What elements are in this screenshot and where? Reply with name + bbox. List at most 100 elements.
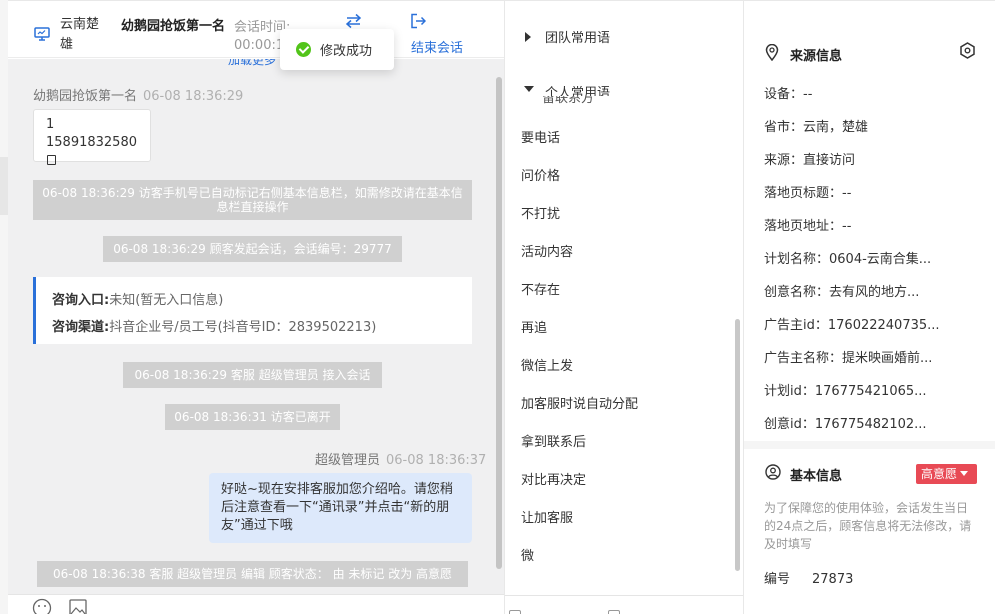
- phrase-group-title: 团队常用语: [545, 31, 611, 46]
- source-row-landing-url: 落地页地址：--: [764, 215, 851, 234]
- row-value: 提米映画婚前...: [842, 351, 933, 366]
- row-value: --: [842, 186, 852, 201]
- agent-message-meta: 超级管理员 06-08 18:36:37: [315, 449, 486, 468]
- system-message: 06-08 18:36:29 访客手机号已自动标记右侧基本信息栏，如需修改请在基…: [33, 180, 472, 220]
- visitor-meta-time: 06-08 18:36:29: [143, 89, 244, 104]
- row-label: 创意名称：: [764, 285, 830, 300]
- consult-entry-label: 咨询入口:: [52, 293, 110, 308]
- row-label: 广告主id：: [764, 318, 828, 333]
- source-row-device: 设备：--: [764, 83, 812, 102]
- chat-input-toolbar: [8, 594, 504, 614]
- agent-meta-name: 超级管理员: [315, 453, 381, 468]
- monitor-icon: [34, 27, 50, 45]
- system-message: 06-08 18:36:29 顾客发起会话，会话编号：29777: [103, 236, 402, 262]
- emoji-icon[interactable]: [32, 598, 52, 614]
- row-label: 计划id：: [764, 384, 815, 399]
- copy-icon[interactable]: [47, 155, 56, 165]
- status-tag-dropdown[interactable]: 高意愿: [916, 464, 977, 484]
- phrases-scrollbar[interactable]: [735, 319, 740, 571]
- agent-meta-time: 06-08 18:36:37: [386, 453, 487, 468]
- source-row-plan-name: 计划名称：0604-云南合集...: [764, 248, 931, 267]
- row-label: 来源：: [764, 153, 804, 168]
- end-session-button[interactable]: 结束会话: [411, 37, 463, 56]
- row-value: 云南，楚雄: [803, 120, 869, 135]
- phrase-item[interactable]: 微信上发: [521, 355, 573, 374]
- row-value: 直接访问: [803, 153, 856, 168]
- consult-channel-value: 抖音企业号/员工号(抖音号ID：2839502213): [109, 320, 377, 335]
- phrase-item[interactable]: 微: [521, 545, 534, 564]
- source-row-plan-id: 计划id：176775421065...: [764, 380, 927, 399]
- phrase-item-label: 留联系方: [542, 96, 595, 104]
- end-session-icon[interactable]: [410, 13, 427, 33]
- phrase-item[interactable]: 活动内容: [521, 241, 573, 260]
- checkbox[interactable]: [608, 610, 620, 614]
- visitor-phone-card: 1 15891832580: [33, 109, 151, 165]
- source-row-advertiser-name: 广告主名称：提米映画婚前...: [764, 347, 932, 366]
- load-more-link[interactable]: 加载更多: [228, 59, 276, 68]
- caret-right-icon: [525, 32, 531, 42]
- source-row-advertiser-id: 广告主id：176022240735...: [764, 314, 940, 333]
- row-label: 设备：: [764, 87, 804, 102]
- consult-channel-row: 咨询渠道:抖音企业号/员工号(抖音号ID：2839502213): [52, 314, 456, 341]
- visitor-meta-name: 幼鹅园抢饭第一名: [33, 89, 138, 104]
- dropdown-caret-icon: [960, 471, 969, 476]
- system-message: 06-08 18:36:31 访客已离开: [165, 404, 340, 430]
- consult-info-box: 咨询入口:未知(暂无入口信息) 咨询渠道:抖音企业号/员工号(抖音号ID：283…: [33, 277, 472, 344]
- phrase-item[interactable]: 问价格: [521, 165, 560, 184]
- user-circle-icon: [765, 464, 781, 484]
- phrase-item[interactable]: 对比再决定: [521, 469, 586, 488]
- row-label: 落地页标题：: [764, 186, 843, 201]
- visitor-location: 云南楚雄: [60, 17, 100, 52]
- edit-notice: 为了保障您的使用体验，会话发生当日的24点之后，顾客信息将无法修改，请及时填写: [764, 501, 972, 551]
- row-label: 创意id：: [764, 417, 815, 432]
- consult-entry-value: 未知(暂无入口信息): [109, 293, 224, 308]
- source-info-title: 来源信息: [790, 49, 843, 64]
- basic-row-number: 编号 27873: [764, 568, 853, 587]
- row-label: 广告主名称：: [764, 351, 843, 366]
- row-value: 27873: [812, 572, 854, 587]
- row-label: 编号: [764, 572, 791, 587]
- left-edge-strip: [0, 0, 8, 614]
- phrase-item[interactable]: 让加客服: [521, 507, 573, 526]
- phrase-group-team[interactable]: 团队常用语: [505, 27, 739, 47]
- chat-messages: 加载更多 幼鹅园抢饭第一名 06-08 18:36:29 1 1589183258…: [8, 59, 504, 594]
- phrase-group-personal[interactable]: 个人常用语: [505, 82, 739, 96]
- card-line-2: 15891832580: [46, 134, 138, 170]
- settings-hex-icon[interactable]: [959, 42, 976, 63]
- phrase-item[interactable]: 拿到联系后: [521, 431, 586, 450]
- caret-down-icon: [524, 86, 534, 92]
- row-value: 去有风的地方...: [829, 285, 920, 300]
- chat-scrollbar[interactable]: [496, 77, 502, 569]
- consult-channel-label: 咨询渠道:: [52, 320, 110, 335]
- phrase-item[interactable]: 不打扰: [521, 203, 560, 222]
- status-tag-label: 高意愿: [921, 467, 958, 481]
- visitor-name: 幼鹅园抢饭第一名: [121, 19, 226, 34]
- row-value: 176775421065...: [814, 384, 927, 399]
- row-label: 省市：: [764, 120, 804, 135]
- consult-entry-row: 咨询入口:未知(暂无入口信息): [52, 287, 456, 314]
- phrase-item-partial[interactable]: 留联系方: [542, 96, 612, 104]
- phrase-item[interactable]: 加客服时说自动分配: [521, 393, 638, 412]
- basic-info-title: 基本信息: [790, 469, 843, 484]
- phrase-item[interactable]: 要电话: [521, 127, 560, 146]
- success-toast: 修改成功: [280, 29, 394, 70]
- phrase-item[interactable]: 不存在: [521, 279, 560, 298]
- session-time-value: 00:00:1: [234, 38, 285, 53]
- card-line-1: 1: [46, 117, 55, 132]
- toast-text: 修改成功: [320, 44, 373, 59]
- row-label: 落地页地址：: [764, 219, 843, 234]
- row-value: 176775482102...: [814, 417, 927, 432]
- location-pin-icon: [765, 43, 779, 65]
- image-icon[interactable]: [68, 598, 88, 614]
- source-row-landing-title: 落地页标题：--: [764, 182, 851, 201]
- check-circle-icon: [296, 42, 311, 57]
- phrase-item[interactable]: 再追: [521, 317, 547, 336]
- left-edge-selected-mark: [0, 157, 8, 215]
- section-divider: [744, 441, 995, 449]
- source-row-creative-id: 创意id：176775482102...: [764, 413, 927, 432]
- system-message: 06-08 18:36:38 客服 超级管理员 编辑 顾客状态： 由 未标记 改…: [37, 561, 468, 587]
- checkbox[interactable]: [509, 610, 521, 614]
- phrases-footer: [505, 595, 743, 614]
- chat-header: 云南楚雄 幼鹅园抢饭第一名 会话时间: 00:00:1 结束会话: [8, 0, 504, 58]
- agent-message-bubble: 好哒~现在安排客服加您介绍哈。请您稍后注意查看一下“通讯录”并点击“新的朋友”通…: [209, 473, 472, 543]
